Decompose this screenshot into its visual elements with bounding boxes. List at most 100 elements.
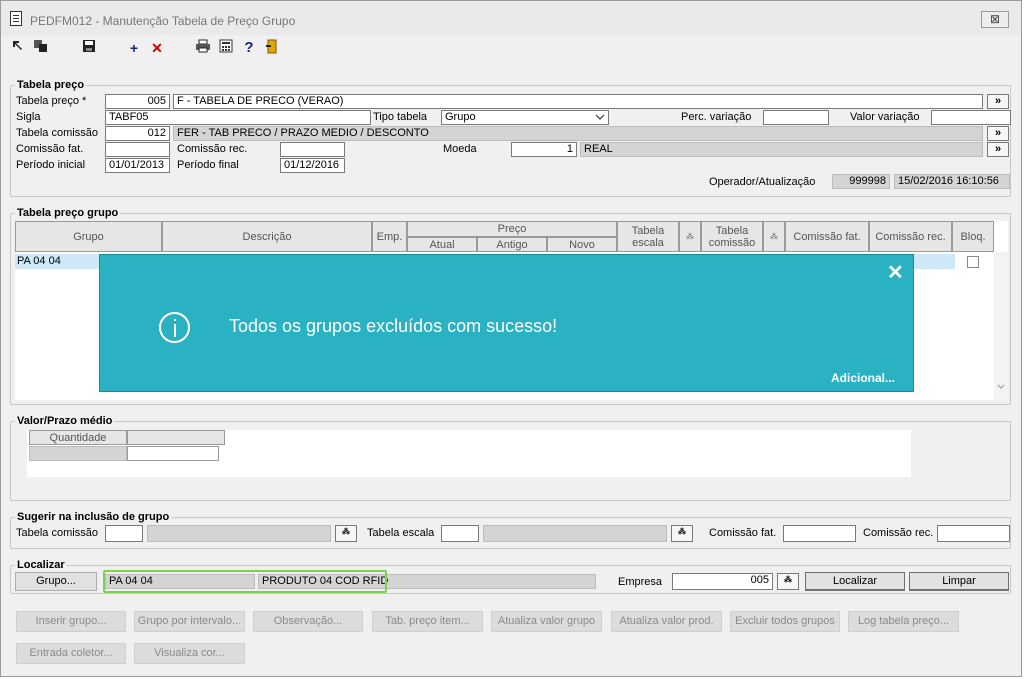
info-icon xyxy=(159,312,190,343)
help-icon[interactable]: ? xyxy=(241,39,257,57)
sug-tabela-comissao-lookup-button[interactable]: ⁂ xyxy=(335,525,357,542)
tabela-preco-desc-input[interactable]: F - TABELA DE PRECO (VERAO) xyxy=(173,94,983,109)
atualiza-valor-prod-button[interactable]: Atualiza valor prod. xyxy=(611,611,722,632)
nav-first-icon[interactable] xyxy=(10,39,26,57)
col-emp[interactable]: Emp. xyxy=(372,221,407,252)
perc-variacao-input[interactable] xyxy=(763,110,829,125)
tabela-comissao-lookup-button[interactable]: » xyxy=(987,126,1009,141)
toast-close-icon[interactable]: ✕ xyxy=(887,263,904,283)
col-tabela-comissao[interactable]: Tabela comissão xyxy=(701,221,763,252)
col-preco-antigo[interactable]: Antigo xyxy=(477,237,547,252)
empresa-input[interactable]: 005 xyxy=(672,573,773,590)
comissao-rec-label: Comissão rec. xyxy=(177,143,248,155)
visualiza-cor-button[interactable]: Visualiza cor... xyxy=(134,643,245,664)
calculator-icon[interactable] xyxy=(218,39,234,57)
col-bloq[interactable]: Bloq. xyxy=(952,221,994,252)
sort-escala-icon[interactable]: ⁂ xyxy=(679,221,701,252)
tab-preco-item-button[interactable]: Tab. preço item... xyxy=(372,611,483,632)
tabela-comissao-label: Tabela comissão xyxy=(16,127,98,139)
tabela-comissao-desc: FER - TAB PRECO / PRAZO MEDIO / DESCONTO xyxy=(173,126,983,141)
tabela-preco-lookup-button[interactable]: » xyxy=(987,94,1009,109)
nav-copy-icon[interactable] xyxy=(33,39,49,57)
main-window: PEDFM012 - Manutenção Tabela de Preço Gr… xyxy=(0,0,1022,677)
moeda-code-input[interactable]: 1 xyxy=(511,142,577,157)
save-icon[interactable] xyxy=(81,39,97,57)
print-icon[interactable] xyxy=(195,39,211,57)
periodo-inicial-input[interactable]: 01/01/2013 xyxy=(105,158,170,173)
col-comissao-rec[interactable]: Comissão rec. xyxy=(869,221,952,252)
empresa-lookup-button[interactable]: ⁂ xyxy=(777,573,799,590)
valor-variacao-input[interactable] xyxy=(931,110,1011,125)
moeda-lookup-button[interactable]: » xyxy=(987,142,1009,157)
excluir-todos-grupos-button[interactable]: Excluir todos grupos xyxy=(730,611,840,632)
tipo-tabela-select[interactable]: Grupo xyxy=(441,110,609,125)
toast-more-link[interactable]: Adicional... xyxy=(831,371,895,385)
sug-tabela-escala-desc xyxy=(483,525,667,542)
sug-tabela-escala-lookup-button[interactable]: ⁂ xyxy=(671,525,693,542)
document-icon xyxy=(10,11,22,26)
tabela-comissao-code-input[interactable]: 012 xyxy=(105,126,170,141)
comissao-fat-input[interactable] xyxy=(105,142,170,157)
atualiza-valor-grupo-button[interactable]: Atualiza valor grupo xyxy=(491,611,602,632)
valor-variacao-label: Valor variação xyxy=(850,111,920,123)
tabela-preco-code-input[interactable]: 005 xyxy=(105,94,170,109)
sug-tabela-escala-code-input[interactable] xyxy=(441,525,479,542)
localizar-legend: Localizar xyxy=(17,559,65,571)
operador-value: 999998 xyxy=(832,174,890,189)
col-tabela-escala[interactable]: Tabela escala xyxy=(617,221,679,252)
observacao-button[interactable]: Observação... xyxy=(253,611,363,632)
delete-icon[interactable]: ✕ xyxy=(149,39,165,57)
atualizacao-value: 15/02/2016 16:10:56 xyxy=(894,174,1010,189)
row-grupo-cell: PA 04 04 xyxy=(17,255,61,267)
sug-tabela-comissao-code-input[interactable] xyxy=(105,525,143,542)
col-preco-atual[interactable]: Atual xyxy=(407,237,477,252)
chevron-down-icon xyxy=(595,112,605,124)
add-icon[interactable]: + xyxy=(126,39,142,57)
limpar-button[interactable]: Limpar xyxy=(909,572,1009,591)
close-button[interactable]: ⊠ xyxy=(981,11,1009,28)
comissao-rec-input[interactable] xyxy=(280,142,345,157)
sug-comissao-fat-input[interactable] xyxy=(783,525,856,542)
moeda-label: Moeda xyxy=(443,143,477,155)
col-grupo[interactable]: Grupo xyxy=(15,221,162,252)
bloq-checkbox[interactable] xyxy=(967,256,979,268)
periodo-final-input[interactable]: 01/12/2016 xyxy=(280,158,345,173)
perc-variacao-label: Perc. variação xyxy=(681,111,752,123)
col-valor-prazo[interactable] xyxy=(127,430,225,445)
sug-comissao-rec-input[interactable] xyxy=(937,525,1010,542)
sug-tabela-comissao-label: Tabela comissão xyxy=(16,527,98,539)
sugerir-legend: Sugerir na inclusão de grupo xyxy=(17,511,170,523)
tabela-preco-grupo-legend: Tabela preço grupo xyxy=(17,207,119,219)
title-bar: PEDFM012 - Manutenção Tabela de Preço Gr… xyxy=(1,1,1021,35)
col-comissao-fat[interactable]: Comissão fat. xyxy=(785,221,869,252)
sug-tabela-escala-label: Tabela escala xyxy=(367,527,435,539)
col-preco-novo[interactable]: Novo xyxy=(547,237,617,252)
entrada-coletor-button[interactable]: Entrada coletor... xyxy=(16,643,126,664)
log-tabela-preco-button[interactable]: Log tabela preço... xyxy=(848,611,959,632)
col-descricao[interactable]: Descrição xyxy=(162,221,372,252)
localizar-button[interactable]: Localizar xyxy=(805,572,905,591)
window-title: PEDFM012 - Manutenção Tabela de Preço Gr… xyxy=(30,14,296,28)
tabela-preco-label: Tabela preço * xyxy=(16,95,87,107)
sigla-label: Sigla xyxy=(16,111,41,123)
grid-scrollbar[interactable] xyxy=(994,252,1008,400)
scroll-down-icon[interactable] xyxy=(997,383,1005,391)
col-quantidade[interactable]: Quantidade xyxy=(29,430,127,445)
sug-tabela-comissao-desc xyxy=(147,525,331,542)
inserir-grupo-button[interactable]: Inserir grupo... xyxy=(16,611,126,632)
sort-comissao-icon[interactable]: ⁂ xyxy=(763,221,785,252)
success-toast: Todos os grupos excluídos com sucesso! ✕… xyxy=(99,254,914,392)
row-quantidade-cell[interactable] xyxy=(29,446,127,461)
grupo-lookup-button[interactable]: Grupo... xyxy=(15,572,97,591)
exit-icon[interactable] xyxy=(264,39,280,57)
moeda-desc: REAL xyxy=(580,142,983,157)
highlight-box xyxy=(103,570,387,593)
col-preco: Preço xyxy=(407,221,617,237)
sigla-input[interactable]: TABF05 xyxy=(105,110,371,125)
empresa-label: Empresa xyxy=(618,576,663,588)
row-value-cell[interactable] xyxy=(127,446,219,461)
valor-prazo-legend: Valor/Prazo médio xyxy=(17,415,113,427)
periodo-inicial-label: Período inicial xyxy=(16,159,86,171)
tipo-tabela-value: Grupo xyxy=(445,111,476,123)
grupo-intervalo-button[interactable]: Grupo por intervalo... xyxy=(134,611,245,632)
